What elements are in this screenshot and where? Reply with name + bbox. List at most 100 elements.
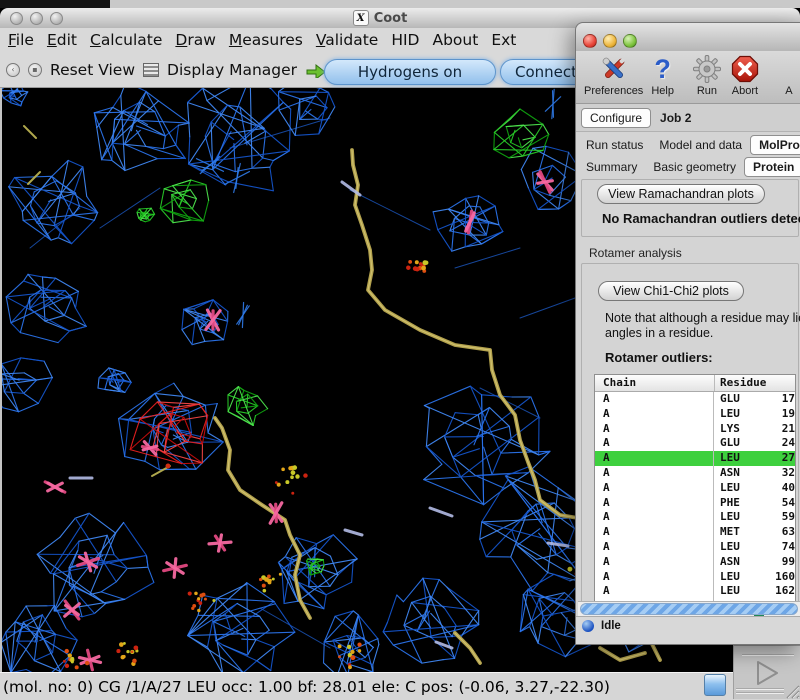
resize-grip[interactable] bbox=[784, 683, 800, 699]
dialog-content: Run status Model and data MolProbity Sum… bbox=[576, 133, 800, 616]
view-chi1-chi2-plots-button[interactable]: View Chi1-Chi2 plots bbox=[598, 281, 744, 301]
background-window-edge bbox=[0, 0, 110, 8]
table-row[interactable]: ALEU74 bbox=[595, 540, 795, 555]
residue-number: 24 bbox=[762, 436, 795, 451]
tab-model-and-data[interactable]: Model and data bbox=[659, 138, 742, 152]
status-blue-swatch[interactable] bbox=[704, 674, 726, 696]
hydrogens-toggle-button[interactable]: Hydrogens on bbox=[324, 59, 496, 85]
help-icon: ? bbox=[654, 54, 671, 84]
menu-edit[interactable]: Edit bbox=[47, 31, 77, 49]
menu-measures[interactable]: Measures bbox=[229, 31, 303, 49]
minimize-dialog-button[interactable] bbox=[603, 34, 617, 48]
expand-triangle-icon[interactable] bbox=[752, 659, 782, 689]
table-row[interactable]: AASN99 bbox=[595, 555, 795, 570]
menu-hid[interactable]: HID bbox=[391, 31, 419, 49]
view-ramachandran-plots-button[interactable]: View Ramachandran plots bbox=[597, 184, 765, 204]
preferences-button[interactable]: Preferences bbox=[580, 54, 647, 97]
desktop-strip bbox=[0, 0, 800, 8]
menu-validate[interactable]: Validate bbox=[316, 31, 378, 49]
forward-view-icon[interactable]: ▪ bbox=[28, 63, 42, 77]
table-row[interactable]: AGLU24 bbox=[595, 436, 795, 451]
residue-name: LEU bbox=[720, 584, 750, 599]
table-row[interactable]: A LEU 162 bbox=[595, 584, 795, 599]
residue-name: GLU bbox=[720, 392, 750, 407]
ramachandran-frame: View Ramachandran plots No Ramachandran … bbox=[581, 179, 799, 237]
cell-residue: MET 63 bbox=[713, 525, 795, 540]
abort-icon bbox=[730, 54, 760, 84]
abort-button[interactable]: Abort bbox=[726, 54, 764, 97]
back-view-icon[interactable]: ‹ bbox=[6, 63, 20, 77]
residue-number: 59 bbox=[762, 510, 795, 525]
tab-run-status[interactable]: Run status bbox=[586, 138, 643, 152]
partial-toolbar-icon bbox=[778, 54, 800, 84]
atom-status-text: (mol. no: 0) CG /1/A/27 LEU occ: 1.00 bf… bbox=[0, 678, 610, 696]
tab-job2[interactable]: Job 2 bbox=[660, 111, 691, 125]
table-row[interactable]: ALEU27 bbox=[595, 451, 795, 466]
display-manager-icon[interactable] bbox=[143, 63, 159, 77]
menu-calculate[interactable]: Calculate bbox=[90, 31, 162, 49]
run-button[interactable]: Run bbox=[688, 54, 726, 97]
panel-groove-line bbox=[736, 688, 784, 690]
dialog-horizontal-scrollbar[interactable] bbox=[578, 601, 800, 616]
cell-residue: ASN99 bbox=[713, 555, 795, 570]
residue-number: 63 bbox=[762, 525, 795, 540]
scrollbar-thumb[interactable] bbox=[580, 603, 798, 615]
table-row[interactable]: ALEU19 bbox=[595, 407, 795, 422]
menu-ext[interactable]: Ext bbox=[491, 31, 516, 49]
reset-view-button[interactable]: Reset View bbox=[50, 61, 135, 79]
display-manager-button[interactable]: Display Manager bbox=[167, 61, 297, 79]
cell-chain: A bbox=[595, 555, 713, 570]
residue-name: LYS bbox=[720, 422, 750, 437]
abort-label: Abort bbox=[732, 85, 758, 97]
table-row[interactable]: AASN32 bbox=[595, 466, 795, 481]
table-row[interactable]: A MET 63 bbox=[595, 525, 795, 540]
cell-residue: LEU160 bbox=[713, 570, 795, 585]
residue-name: LEU bbox=[720, 451, 750, 466]
menu-draw[interactable]: Draw bbox=[175, 31, 216, 49]
tab-configure[interactable]: Configure bbox=[581, 108, 651, 128]
partial-toolbar-label: A bbox=[785, 85, 792, 97]
table-row[interactable]: APHE54 bbox=[595, 496, 795, 511]
cell-chain: A bbox=[595, 407, 713, 422]
column-header-residue[interactable]: Residue bbox=[714, 375, 795, 391]
menu-file[interactable]: File bbox=[8, 31, 34, 49]
rotamer-analysis-label: Rotamer analysis bbox=[589, 246, 800, 260]
menu-about[interactable]: About bbox=[432, 31, 478, 49]
residue-name: MET bbox=[720, 525, 750, 540]
residue-name: LEU bbox=[720, 540, 750, 555]
residue-number: 74 bbox=[762, 540, 795, 555]
residue-number: 54 bbox=[762, 496, 795, 511]
help-button[interactable]: ? Help bbox=[647, 54, 678, 97]
tab-summary[interactable]: Summary bbox=[586, 160, 637, 174]
residue-name: GLU bbox=[720, 436, 750, 451]
cell-chain: A bbox=[595, 525, 713, 540]
screen: { "window": { "title": "Coot", "menus": … bbox=[0, 0, 800, 699]
tab-basic-geometry[interactable]: Basic geometry bbox=[653, 160, 736, 174]
cell-residue: LEU27 bbox=[713, 451, 795, 466]
cell-chain: A bbox=[595, 466, 713, 481]
rotamer-outliers-table: Chain Residue AGLU17ALEU19ALYS21AGLU24AL… bbox=[594, 374, 796, 611]
preferences-label: Preferences bbox=[584, 85, 643, 97]
residue-number: 40 bbox=[762, 481, 795, 496]
cell-chain: A bbox=[595, 584, 713, 599]
tab-molprobity[interactable]: MolProbity bbox=[750, 135, 800, 155]
tab-protein[interactable]: Protein bbox=[744, 157, 800, 177]
table-row[interactable]: ALEU59 bbox=[595, 510, 795, 525]
column-header-chain[interactable]: Chain bbox=[595, 375, 714, 391]
molprobity-dialog: Preferences ? Help bbox=[575, 22, 800, 645]
residue-number: 19 bbox=[762, 407, 795, 422]
side-panel-corner bbox=[733, 645, 800, 699]
panel-groove-line bbox=[736, 692, 784, 694]
rotamer-note-line1: Note that although a residue may lie bbox=[605, 311, 800, 325]
close-dialog-button[interactable] bbox=[583, 34, 597, 48]
table-row[interactable]: ALEU40 bbox=[595, 481, 795, 496]
dialog-tab-row-3: Summary Basic geometry Protein Clashes bbox=[576, 156, 800, 177]
dialog-toolbar: Preferences ? Help bbox=[576, 51, 800, 104]
partial-toolbar-button[interactable]: A bbox=[774, 54, 800, 97]
table-row[interactable]: ALEU160 bbox=[595, 570, 795, 585]
table-row[interactable]: ALYS21 bbox=[595, 422, 795, 437]
table-row[interactable]: AGLU17 bbox=[595, 392, 795, 407]
residue-number: 162 bbox=[762, 584, 795, 599]
zoom-dialog-button[interactable] bbox=[623, 34, 637, 48]
residue-name: LEU bbox=[720, 481, 750, 496]
